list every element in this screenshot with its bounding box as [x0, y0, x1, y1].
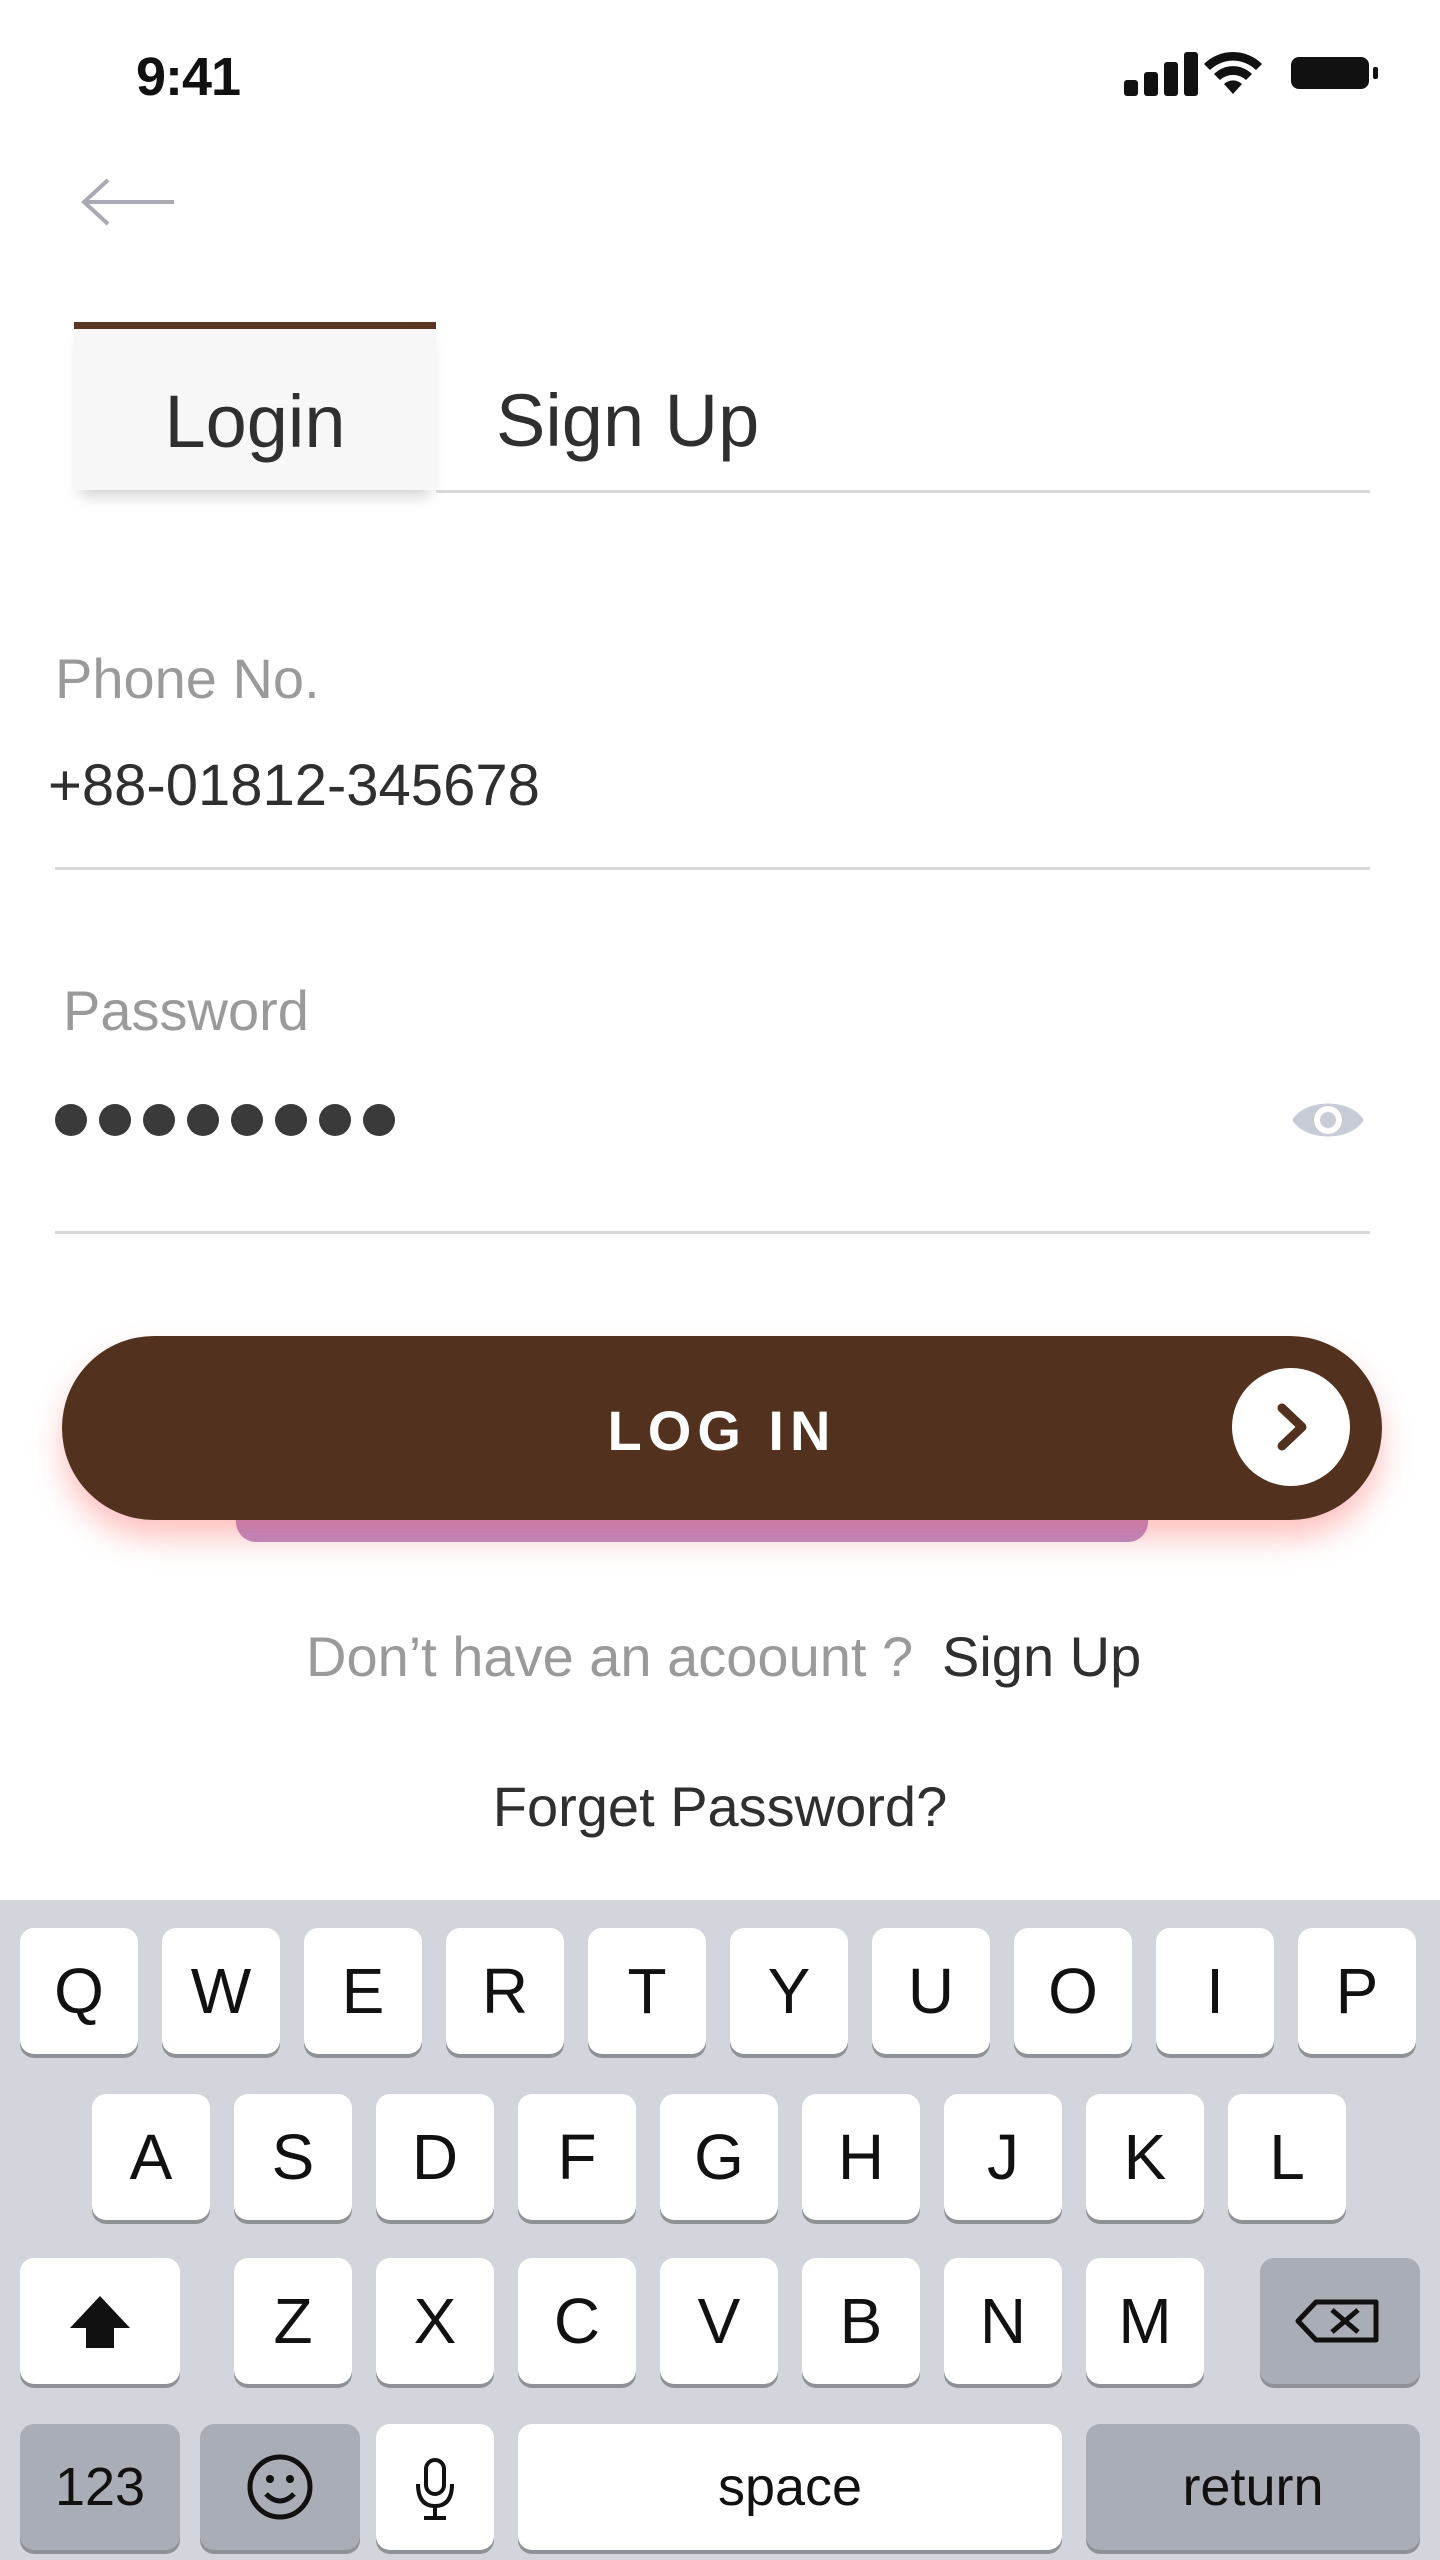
space-key[interactable]: space [518, 2424, 1062, 2550]
numbers-key-label: 123 [54, 2457, 146, 2517]
key-label: K [1123, 2121, 1167, 2193]
status-time: 9:41 [136, 47, 241, 107]
key-r[interactable]: R [446, 1928, 564, 2054]
tab-login[interactable]: Login [74, 322, 436, 490]
key-b[interactable]: B [802, 2258, 920, 2384]
key-k[interactable]: K [1086, 2094, 1204, 2220]
phone-underline [55, 867, 1370, 870]
password-dot [275, 1104, 307, 1136]
microphone-key[interactable] [376, 2424, 494, 2550]
key-label: G [694, 2121, 744, 2193]
tab-login-label: Login [164, 380, 346, 463]
key-label: O [1048, 1955, 1098, 2027]
key-z[interactable]: Z [234, 2258, 352, 2384]
key-p[interactable]: P [1298, 1928, 1416, 2054]
keyboard: 123 space return Q W E R T Y U O I P A S D F G H J K L Z X C V… [0, 1900, 1440, 2560]
key-label: W [190, 1955, 252, 2027]
return-key[interactable]: return [1086, 2424, 1420, 2550]
key-label: D [411, 2121, 459, 2193]
forget-password-link[interactable]: Forget Password? [0, 1774, 1440, 1839]
shift-key[interactable] [20, 2258, 180, 2384]
tab-signup[interactable]: Sign Up [496, 378, 759, 463]
password-underline [55, 1231, 1370, 1234]
key-label: I [1206, 1955, 1224, 2027]
key-label: R [481, 1955, 529, 2027]
key-label: C [553, 2285, 601, 2357]
phone-label: Phone No. [55, 647, 320, 710]
password-input[interactable] [55, 1104, 395, 1138]
key-label: Z [273, 2285, 313, 2357]
key-label: A [129, 2121, 173, 2193]
return-key-label: return [1182, 2457, 1324, 2517]
key-i[interactable]: I [1156, 1928, 1274, 2054]
key-label: F [557, 2121, 597, 2193]
space-key-label: space [717, 2457, 863, 2517]
key-n[interactable]: N [944, 2258, 1062, 2384]
key-a[interactable]: A [92, 2094, 210, 2220]
key-h[interactable]: H [802, 2094, 920, 2220]
chevron-right-icon [1232, 1368, 1350, 1486]
key-label: H [837, 2121, 885, 2193]
password-dot [143, 1104, 175, 1136]
back-arrow-icon[interactable] [78, 172, 178, 232]
password-dot [231, 1104, 263, 1136]
key-w[interactable]: W [162, 1928, 280, 2054]
key-m[interactable]: M [1086, 2258, 1204, 2384]
tab-underline [436, 490, 1370, 493]
key-e[interactable]: E [304, 1928, 422, 2054]
password-dot [55, 1104, 87, 1136]
key-label: X [413, 2285, 457, 2357]
key-label: J [987, 2121, 1019, 2193]
password-dot [187, 1104, 219, 1136]
numbers-key[interactable]: 123 [20, 2424, 180, 2550]
key-g[interactable]: G [660, 2094, 778, 2220]
no-account-text: Don’t have an acoount ? [306, 1625, 914, 1688]
key-label: N [979, 2285, 1027, 2357]
key-label: S [271, 2121, 315, 2193]
key-label: P [1335, 1955, 1379, 2027]
key-l[interactable]: L [1228, 2094, 1346, 2220]
password-dot [99, 1104, 131, 1136]
key-s[interactable]: S [234, 2094, 352, 2220]
key-d[interactable]: D [376, 2094, 494, 2220]
key-f[interactable]: F [518, 2094, 636, 2220]
password-dot [363, 1104, 395, 1136]
emoji-key[interactable] [200, 2424, 360, 2550]
key-label: Q [54, 1955, 104, 2027]
key-u[interactable]: U [872, 1928, 990, 2054]
key-label: E [341, 1955, 385, 2027]
key-x[interactable]: X [376, 2258, 494, 2384]
phone-input[interactable]: +88-01812-345678 [48, 752, 540, 819]
password-label: Password [63, 979, 309, 1042]
login-button-label: LOG IN [607, 1399, 837, 1462]
key-label: L [1269, 2121, 1305, 2193]
key-label: M [1118, 2285, 1172, 2357]
key-o[interactable]: O [1014, 1928, 1132, 2054]
login-button[interactable]: LOG IN [62, 1336, 1382, 1520]
key-j[interactable]: J [944, 2094, 1062, 2220]
key-c[interactable]: C [518, 2258, 636, 2384]
cellular-signal-icon [1124, 52, 1198, 96]
wifi-icon [1204, 51, 1262, 94]
key-label: Y [767, 1955, 811, 2027]
key-label: T [627, 1955, 667, 2027]
key-q[interactable]: Q [20, 1928, 138, 2054]
key-y[interactable]: Y [730, 1928, 848, 2054]
battery-icon [1291, 57, 1378, 89]
password-dot [319, 1104, 351, 1136]
signup-link[interactable]: Sign Up [942, 1624, 1141, 1689]
eye-icon[interactable] [1290, 1090, 1366, 1150]
key-label: V [697, 2285, 741, 2357]
delete-key[interactable] [1260, 2258, 1420, 2384]
key-t[interactable]: T [588, 1928, 706, 2054]
key-v[interactable]: V [660, 2258, 778, 2384]
key-label: U [907, 1955, 955, 2027]
key-label: B [839, 2285, 883, 2357]
